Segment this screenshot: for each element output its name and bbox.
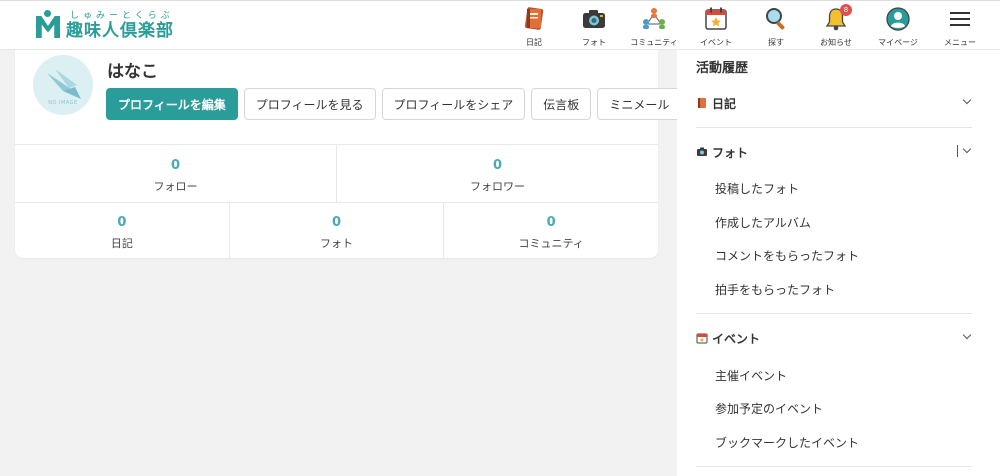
chevron-down-icon xyxy=(962,95,972,105)
nav-diary[interactable]: 日記 xyxy=(504,5,564,48)
section-diary-label: 日記 xyxy=(712,96,737,111)
photo-count: 0 xyxy=(331,215,342,230)
bird-placeholder-icon xyxy=(47,69,81,99)
top-header: しゅみーとくらぶ 趣味人倶楽部 日記 フォト コミュニティ イベント 探す 8 … xyxy=(0,0,1000,50)
nav-notice[interactable]: 8 お知らせ xyxy=(806,4,866,48)
avatar-placeholder-text: NO IMAGE xyxy=(48,100,78,106)
nav-photo[interactable]: フォト xyxy=(564,5,624,48)
following-label: フォロー xyxy=(153,180,198,193)
divider xyxy=(696,313,972,314)
activity-history-title: 活動履歴 xyxy=(696,61,749,76)
followers-label: フォロワー xyxy=(470,180,525,193)
followers-count: 0 xyxy=(492,158,503,173)
share-profile-button[interactable]: プロフィールをシェア xyxy=(381,88,526,120)
diary-label: 日記 xyxy=(110,237,133,250)
section-event-label: イベント xyxy=(712,331,761,346)
following-count: 0 xyxy=(170,158,181,173)
camera-icon xyxy=(580,5,608,33)
nav-diary-label: 日記 xyxy=(526,38,542,47)
edit-profile-button[interactable]: プロフィールを編集 xyxy=(106,88,238,120)
section-photo-toggle[interactable]: フォト xyxy=(696,142,972,162)
magnifier-icon xyxy=(762,5,790,33)
diary-book-icon xyxy=(696,97,708,109)
commented-photos-link[interactable]: コメントをもらったフォト xyxy=(715,247,859,264)
created-albums-link[interactable]: 作成したアルバム xyxy=(715,214,811,231)
nav-search-label: 探す xyxy=(768,38,784,47)
applauded-photos-link[interactable]: 拍手をもらったフォト xyxy=(715,281,835,298)
chevron-down-icon xyxy=(962,330,972,340)
nav-search[interactable]: 探す xyxy=(746,5,806,48)
community-stat[interactable]: 0 コミュニティ xyxy=(443,203,658,258)
activity-sidebar: 活動履歴 日記 フォト 投稿したフォト 作成したアルバム コメントをもらったフォ… xyxy=(677,50,1000,476)
profile-avatar[interactable]: NO IMAGE xyxy=(33,55,93,115)
diary-count: 0 xyxy=(117,215,127,230)
message-board-button[interactable]: 伝言板 xyxy=(531,88,592,120)
divider xyxy=(696,127,972,128)
following-stat[interactable]: 0 フォロー xyxy=(15,145,336,202)
bookmarked-events-link[interactable]: ブックマークしたイベント xyxy=(715,434,859,451)
diary-stat[interactable]: 0 日記 xyxy=(15,203,229,258)
nav-photo-label: フォト xyxy=(582,38,606,47)
text-cursor-icon xyxy=(957,145,958,157)
bell-icon: 8 xyxy=(822,4,852,33)
content-stats: 0 日記 0 フォト 0 コミュニティ xyxy=(15,202,658,258)
photo-stat[interactable]: 0 フォト xyxy=(228,203,444,258)
chevron-down-icon xyxy=(962,144,972,154)
hamburger-menu-icon xyxy=(946,5,974,33)
nav-community-label: コミュニティ xyxy=(630,38,678,47)
nav-event[interactable]: イベント xyxy=(686,5,746,48)
main-nav: 日記 フォト コミュニティ イベント 探す 8 お知らせ マイページ メニュー xyxy=(0,4,1000,49)
user-avatar-icon xyxy=(884,5,912,33)
nav-event-label: イベント xyxy=(700,38,732,47)
view-profile-button[interactable]: プロフィールを見る xyxy=(243,88,376,120)
followers-stat[interactable]: 0 フォロワー xyxy=(336,145,658,202)
nav-notice-label: お知らせ xyxy=(820,38,852,47)
community-count: 0 xyxy=(546,215,556,230)
nav-menu-label: メニュー xyxy=(944,38,976,47)
section-event-toggle[interactable]: イベント xyxy=(696,328,972,348)
notification-badge: 8 xyxy=(840,4,852,16)
camera-icon xyxy=(696,146,708,158)
divider xyxy=(696,466,972,467)
section-photo-label: フォト xyxy=(712,145,749,160)
nav-menu[interactable]: メニュー xyxy=(930,5,990,48)
calendar-icon xyxy=(696,332,708,344)
hosted-events-link[interactable]: 主催イベント xyxy=(715,367,787,384)
community-label: コミュニティ xyxy=(518,237,584,250)
posted-photos-link[interactable]: 投稿したフォト xyxy=(715,180,799,197)
profile-username: はなこ xyxy=(107,62,158,82)
photo-label: フォト xyxy=(320,237,353,250)
nav-community[interactable]: コミュニティ xyxy=(624,5,684,48)
community-people-icon xyxy=(640,5,668,33)
follow-stats: 0 フォロー 0 フォロワー xyxy=(15,144,658,202)
nav-mypage[interactable]: マイページ xyxy=(868,5,928,48)
planned-events-link[interactable]: 参加予定のイベント xyxy=(715,400,823,417)
profile-action-buttons: プロフィールを編集 プロフィールを見る プロフィールをシェア 伝言板 ミニメール xyxy=(106,88,682,120)
calendar-star-icon xyxy=(702,5,730,33)
section-diary-toggle[interactable]: 日記 xyxy=(696,93,972,113)
profile-card: NO IMAGE はなこ プロフィールを編集 プロフィールを見る プロフィールを… xyxy=(15,50,682,258)
mini-mail-button[interactable]: ミニメール xyxy=(597,88,682,120)
nav-mypage-label: マイページ xyxy=(878,38,918,47)
diary-book-icon xyxy=(520,5,548,33)
